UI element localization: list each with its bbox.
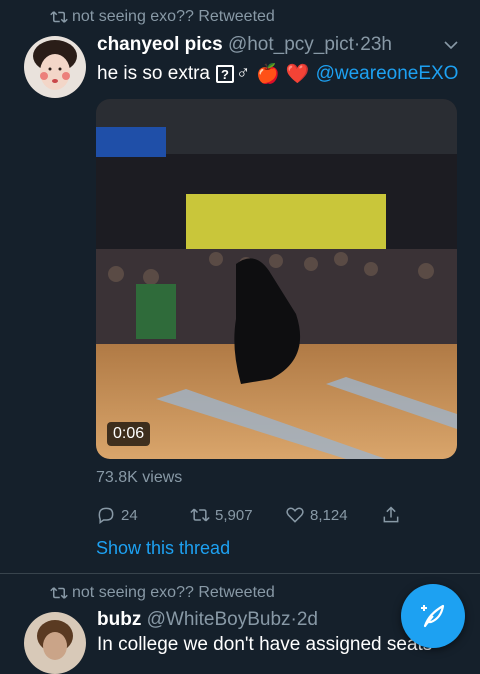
heart-icon [286, 507, 304, 523]
retweet-button[interactable]: 5,907 [190, 505, 253, 525]
chevron-down-icon[interactable] [444, 40, 458, 50]
timestamp[interactable]: 2d [297, 609, 318, 630]
compose-tweet-button[interactable] [401, 584, 465, 648]
like-button[interactable]: 8,124 [285, 505, 348, 525]
male-sign-icon: ♂ [236, 63, 251, 84]
video-thumbnail [96, 99, 457, 459]
share-icon [383, 506, 399, 523]
avatar[interactable] [24, 36, 86, 98]
apple-emoji: 🍎 [256, 64, 280, 85]
show-thread-link[interactable]: Show this thread [96, 538, 230, 559]
display-name[interactable]: bubz [97, 609, 141, 630]
video-duration: 0:06 [107, 422, 151, 446]
share-button[interactable] [381, 505, 401, 525]
retweet-icon [50, 11, 68, 23]
like-count: 8,124 [310, 506, 348, 524]
tweet-actions: 24 5,907 8,124 [96, 505, 416, 527]
video-player[interactable]: 0:06 [96, 99, 457, 459]
view-count: 73.8K views [96, 469, 183, 486]
retweet-count: 5,907 [215, 506, 253, 524]
tweet-text: he is so extra ? ♂ 🍎 ❤️ @weareoneEXO [97, 62, 458, 86]
timestamp[interactable]: 23h [360, 34, 392, 55]
retweet-label: not seeing exo?? Retweeted [72, 8, 275, 25]
tweet-header: chanyeol pics @hot_pcy_pict·23h [97, 34, 392, 56]
retweet-context: not seeing exo?? Retweeted [50, 8, 275, 26]
tweet-text-main: he is so extra [97, 63, 210, 84]
display-name[interactable]: chanyeol pics [97, 34, 223, 55]
reply-button[interactable]: 24 [96, 505, 138, 525]
tweet-text-main: In college we don't have assigned seats [97, 634, 433, 655]
user-handle[interactable]: @hot_pcy_pict [228, 34, 354, 55]
question-box-icon: ? [216, 65, 234, 83]
reply-icon [98, 507, 114, 524]
mention-link[interactable]: @weareoneEXO [316, 63, 459, 85]
tweet-card[interactable]: not seeing exo?? Retweeted chanyeol pics… [0, 0, 480, 573]
retweet-label: not seeing exo?? Retweeted [72, 584, 275, 601]
retweet-context: not seeing exo?? Retweeted [50, 584, 275, 602]
avatar[interactable] [24, 612, 86, 674]
heart-emoji: ❤️ [285, 64, 310, 85]
compose-feather-icon [421, 604, 445, 628]
retweet-icon [50, 587, 68, 599]
user-handle[interactable]: @WhiteBoyBubz [147, 609, 291, 630]
tweet-text: In college we don't have assigned seats [97, 634, 432, 656]
avatar-image [24, 36, 86, 98]
avatar-image [24, 612, 86, 674]
retweet-icon [190, 508, 210, 522]
tweet-header: bubz @WhiteBoyBubz·2d [97, 609, 318, 631]
reply-count: 24 [121, 506, 138, 524]
